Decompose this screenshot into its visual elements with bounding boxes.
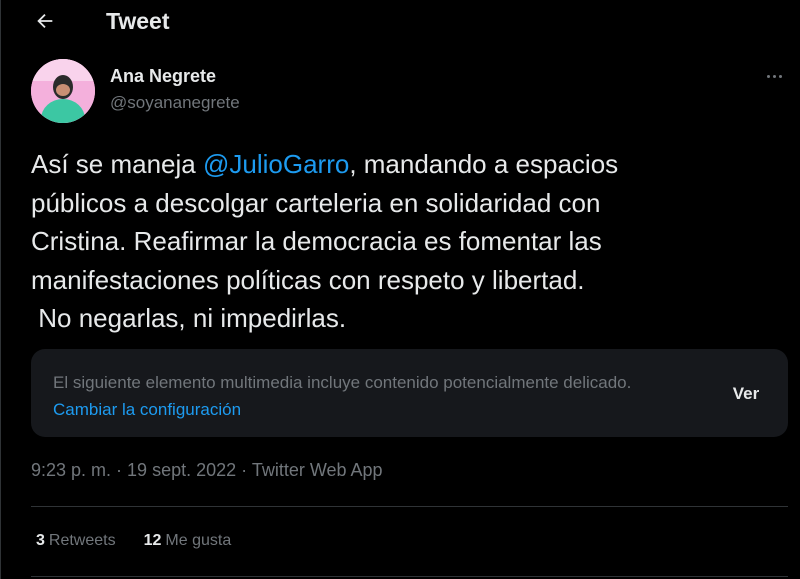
meta-separator: · (236, 460, 252, 480)
more-options-button[interactable] (762, 66, 786, 86)
more-horizontal-icon-dot (778, 74, 782, 78)
engagement-stats: 3 Retweets 12 Me gusta (36, 532, 231, 550)
tweet-source[interactable]: Twitter Web App (252, 460, 383, 480)
sensitive-media-message: El siguiente elemento multimedia incluye… (53, 369, 673, 423)
tweet-text: Así se maneja @JulioGarro, mandando a es… (31, 145, 771, 338)
likes-label: Me gusta (165, 532, 232, 549)
mention-link[interactable]: @JulioGarro (203, 149, 349, 179)
more-horizontal-icon-dot (772, 74, 776, 78)
more-horizontal-icon (766, 74, 770, 78)
top-bar: Tweet (0, 0, 800, 44)
retweets-count: 3 (36, 532, 45, 549)
meta-separator: · (111, 460, 128, 480)
view-button[interactable]: Ver (721, 379, 771, 409)
tweet-time[interactable]: 9:23 p. m. (31, 460, 111, 480)
avatar[interactable] (31, 59, 95, 123)
change-settings-link[interactable]: Cambiar la configuración (53, 400, 241, 419)
divider (31, 506, 788, 507)
divider (31, 576, 788, 577)
profile-photo (31, 59, 95, 123)
tweet-date[interactable]: 19 sept. 2022 (127, 460, 236, 480)
tweet-metadata: 9:23 p. m. · 19 sept. 2022 · Twitter Web… (31, 460, 383, 481)
arrow-left-icon (37, 13, 53, 29)
likes-count: 12 (143, 532, 162, 549)
author-handle[interactable]: @soyananegrete (110, 93, 240, 113)
tweet-text-start: Así se maneja (31, 149, 203, 179)
sensitive-media-warning: El siguiente elemento multimedia incluye… (31, 349, 788, 437)
sensitive-warning-text: El siguiente elemento multimedia incluye… (53, 373, 632, 392)
retweets-stat[interactable]: 3 Retweets (36, 532, 116, 550)
author-display-name[interactable]: Ana Negrete (110, 66, 216, 87)
left-border (0, 0, 1, 579)
retweets-label: Retweets (48, 532, 116, 549)
page-title: Tweet (106, 8, 170, 34)
likes-stat[interactable]: 12 Me gusta (144, 532, 232, 550)
back-button[interactable] (30, 6, 60, 36)
